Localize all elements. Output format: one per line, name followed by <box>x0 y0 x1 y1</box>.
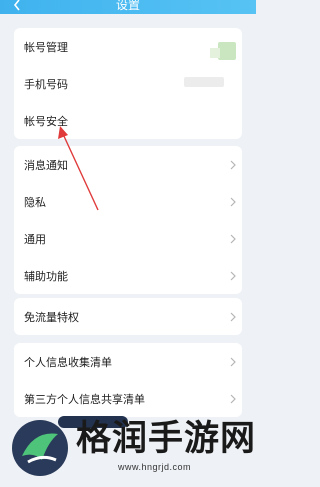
accessibility-label: 辅助功能 <box>24 270 68 283</box>
top-bar: 设置 <box>0 0 256 14</box>
personal-info-collection-label: 个人信息收集清单 <box>24 356 112 369</box>
account-group: 帐号管理 手机号码 帐号安全 <box>14 28 242 139</box>
personal-info-collection-item[interactable]: 个人信息收集清单 <box>14 343 242 380</box>
free-data-privilege-label: 免流量特权 <box>24 311 79 324</box>
accessibility-item[interactable]: 辅助功能 <box>14 257 242 294</box>
blurred-phone-value <box>184 77 224 87</box>
account-security-item[interactable]: 帐号安全 <box>14 102 242 139</box>
phone-number-label: 手机号码 <box>24 78 68 91</box>
account-management-label: 帐号管理 <box>24 41 68 54</box>
chevron-right-icon <box>230 271 236 280</box>
chevron-right-icon <box>230 160 236 169</box>
privacy-item[interactable]: 隐私 <box>14 183 242 220</box>
watermark-url: www.hngrjd.com <box>118 462 192 472</box>
general-group: 消息通知 隐私 通用 辅助功能 <box>14 146 242 294</box>
phone-number-item[interactable]: 手机号码 <box>14 65 242 102</box>
watermark-text: 格润手游网 <box>76 419 257 459</box>
watermark: 格润手游网 www.hngrjd.com <box>0 402 256 487</box>
chevron-right-icon <box>230 357 236 366</box>
page-title: 设置 <box>115 0 140 12</box>
general-item[interactable]: 通用 <box>14 220 242 257</box>
watermark-logo-icon <box>12 420 68 476</box>
chevron-right-icon <box>230 312 236 321</box>
notifications-label: 消息通知 <box>24 159 68 172</box>
blurred-avatar <box>210 42 236 60</box>
account-management-item[interactable]: 帐号管理 <box>14 28 242 65</box>
chevron-right-icon <box>230 234 236 243</box>
traffic-group: 免流量特权 <box>14 298 242 335</box>
free-data-privilege-item[interactable]: 免流量特权 <box>14 298 242 335</box>
general-label: 通用 <box>24 233 46 246</box>
notifications-item[interactable]: 消息通知 <box>14 146 242 183</box>
account-security-label: 帐号安全 <box>24 115 68 128</box>
chevron-right-icon <box>230 197 236 206</box>
privacy-label: 隐私 <box>24 196 46 209</box>
